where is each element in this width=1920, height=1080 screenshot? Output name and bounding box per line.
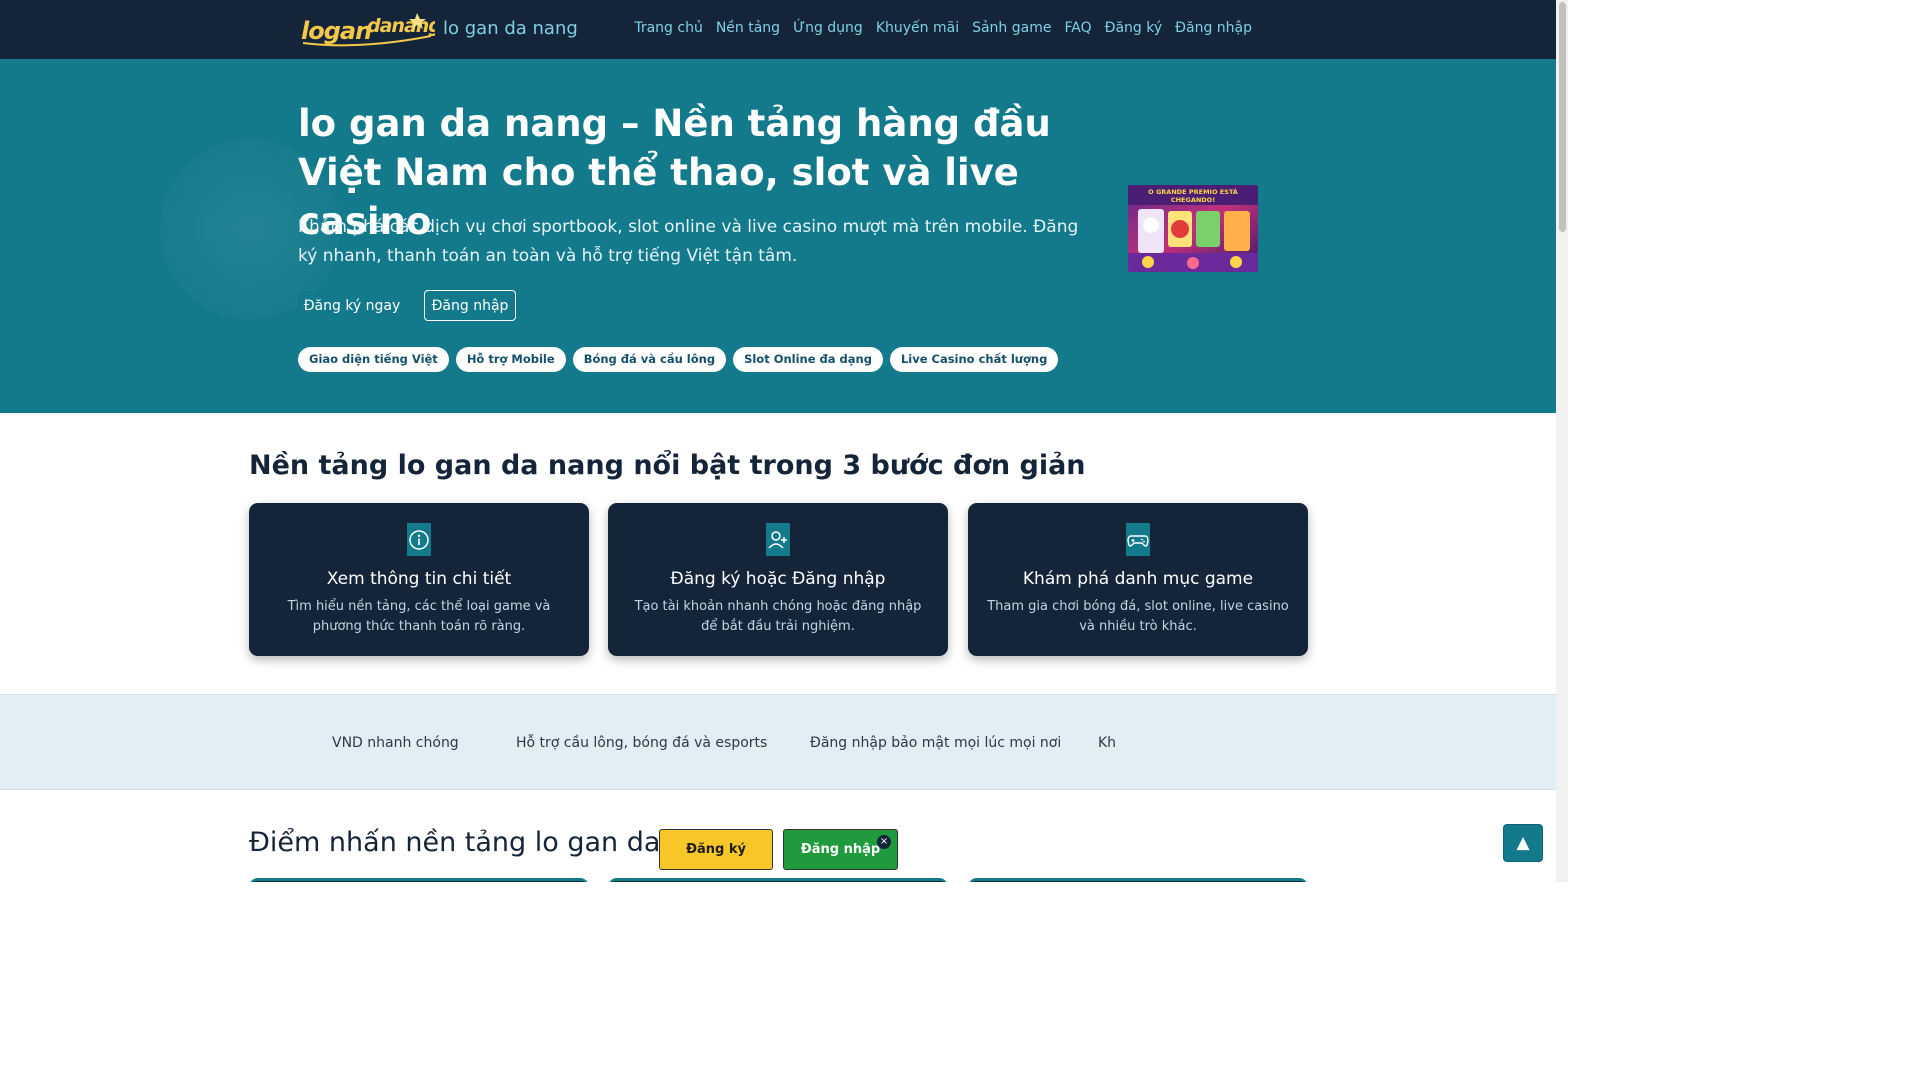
step-card-text: Tìm hiểu nền tảng, các thể loại game và … xyxy=(287,599,551,634)
step-card-register: Đăng ký hoặc Đăng nhập Tạo tài khoản nha… xyxy=(608,503,948,656)
svg-text:O GRANDE PREMIO ESTÁ: O GRANDE PREMIO ESTÁ xyxy=(1148,187,1238,196)
feature-chips: Giao diện tiếng Việt Hỗ trợ Mobile Bóng … xyxy=(298,347,1059,372)
register-now-button[interactable]: Đăng ký ngay xyxy=(298,291,406,321)
nav-game-lobby[interactable]: Sảnh game xyxy=(972,20,1051,36)
nav-home[interactable]: Trang chủ xyxy=(634,20,702,36)
chip-football-badminton: Bóng đá và cầu lông xyxy=(572,347,727,372)
svg-text:CHEGANDO!: CHEGANDO! xyxy=(1171,196,1215,204)
info-icon xyxy=(407,523,431,556)
step-card-text: Tạo tài khoản nhanh chóng hoặc đăng nhập… xyxy=(634,599,922,634)
gamepad-icon xyxy=(1126,523,1150,556)
marquee-item: Hỗ trợ cầu lông, bóng đá và esports xyxy=(516,735,768,751)
marquee-item: Kh xyxy=(1098,735,1117,751)
svg-text:logan: logan xyxy=(301,17,371,45)
scrollbar-thumb[interactable] xyxy=(1559,2,1566,232)
main-nav: Trang chủ Nền tảng Ứng dụng Khuyến mãi S… xyxy=(634,20,1252,36)
nav-app[interactable]: Ứng dụng xyxy=(793,20,863,36)
nav-login[interactable]: Đăng nhập xyxy=(1175,20,1252,36)
chip-mobile-support: Hỗ trợ Mobile xyxy=(455,347,566,372)
nav-faq[interactable]: FAQ xyxy=(1064,20,1091,36)
highlight-card xyxy=(608,878,948,882)
highlight-card xyxy=(968,878,1308,882)
top-navbar: logan danang lo gan da nang Trang chủ Nề… xyxy=(0,0,1556,59)
highlights-title: Điểm nhấn nền tảng lo gan da n xyxy=(249,827,687,858)
chip-vietnamese-ui: Giao diện tiếng Việt xyxy=(298,347,449,372)
site-logo[interactable]: logan danang xyxy=(299,10,435,48)
scrollbar[interactable] xyxy=(1556,0,1568,882)
hero-login-button[interactable]: Đăng nhập xyxy=(424,290,516,321)
steps-title: Nền tảng lo gan da nang nổi bật trong 3 … xyxy=(249,450,1086,481)
step-card-info: Xem thông tin chi tiết Tìm hiểu nền tảng… xyxy=(249,503,589,656)
hero-description: Khám phá các dịch vụ chơi sportbook, slo… xyxy=(298,217,1079,266)
step-card-title: Xem thông tin chi tiết xyxy=(326,569,512,589)
step-card-title: Khám phá danh mục game xyxy=(1022,569,1254,589)
svg-text:danang: danang xyxy=(367,15,435,37)
feature-marquee: VND nhanh chóng Hỗ trợ cầu lông, bóng đá… xyxy=(0,694,1556,790)
step-card-title: Đăng ký hoặc Đăng nhập xyxy=(670,569,886,589)
hero-promo-image: O GRANDE PREMIO ESTÁ CHEGANDO! xyxy=(1128,185,1258,272)
nav-promotions[interactable]: Khuyến mãi xyxy=(876,20,959,36)
user-plus-icon xyxy=(766,523,790,556)
back-to-top-button[interactable]: ▲ xyxy=(1503,824,1543,862)
nav-platform[interactable]: Nền tảng xyxy=(716,20,780,36)
close-icon[interactable]: × xyxy=(877,835,891,849)
chip-live-casino: Live Casino chất lượng xyxy=(889,347,1059,372)
nav-register[interactable]: Đăng ký xyxy=(1105,20,1163,36)
chip-slot-online: Slot Online đa dạng xyxy=(733,347,883,372)
highlight-card xyxy=(249,878,589,882)
marquee-item: VND nhanh chóng xyxy=(332,735,459,751)
sticky-register-button[interactable]: Đăng ký xyxy=(659,829,773,870)
brand-name[interactable]: lo gan da nang xyxy=(443,18,578,39)
page: logan danang lo gan da nang Trang chủ Nề… xyxy=(0,0,1556,882)
marquee-item: Đăng nhập bảo mật mọi lúc mọi nơi xyxy=(810,735,1062,751)
step-card-text: Tham gia chơi bóng đá, slot online, live… xyxy=(987,599,1289,634)
hero-section: lo gan da nang – Nền tảng hàng đầu Việt … xyxy=(0,59,1556,413)
step-card-games: Khám phá danh mục game Tham gia chơi bón… xyxy=(968,503,1308,656)
